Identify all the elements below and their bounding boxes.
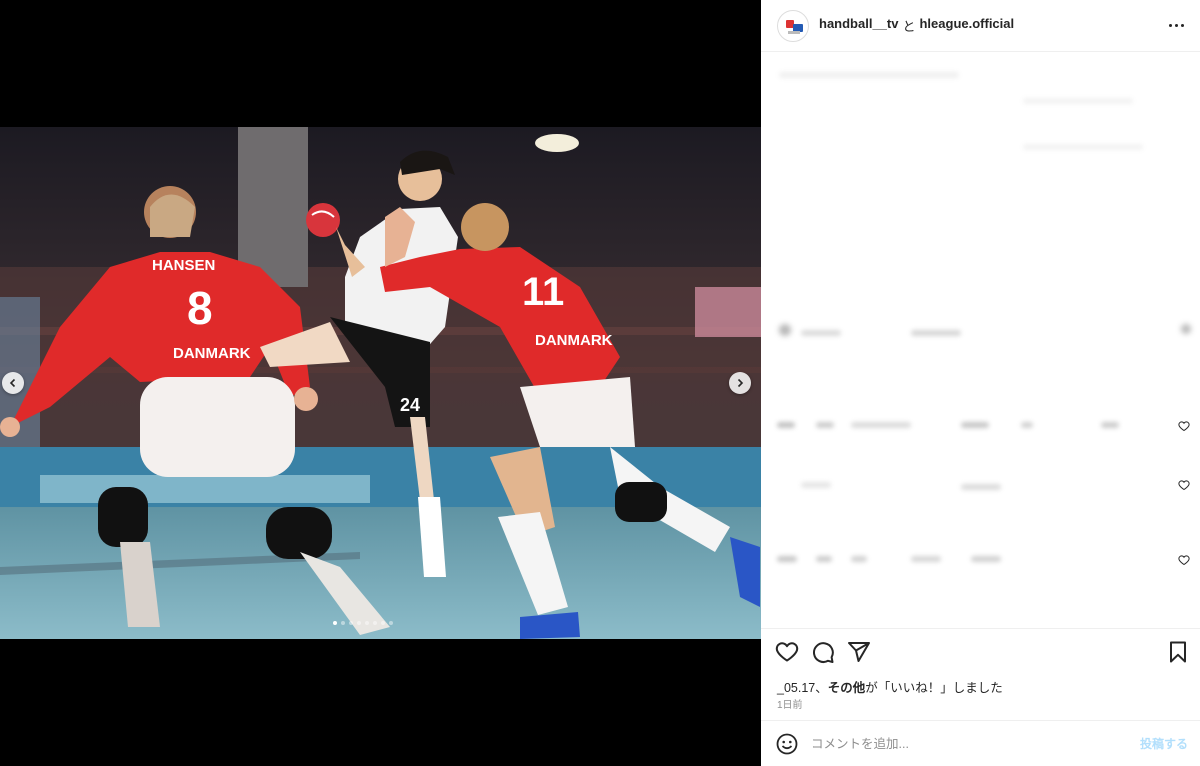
jersey-name-danmark-right: DANMARK [535,332,613,349]
post-side-panel: handball__tv と hleague.official _05.17、そ… [761,0,1200,766]
add-comment-bar: 投稿する [761,720,1200,766]
share-paper-plane-icon[interactable] [847,640,871,664]
media-area: 8 HANSEN DANMARK 24 11 DANMARK [0,0,761,766]
slide-dot [365,621,369,625]
comment-input[interactable] [811,736,1140,751]
jersey-name-hansen: HANSEN [152,257,215,274]
slide-dot [381,621,385,625]
comment-bubble-icon[interactable] [811,640,835,664]
comment-like-icon[interactable] [1178,479,1190,491]
comment-like-icon[interactable] [1178,420,1190,432]
likes-text: _05.17、その他が「いいね！」しました [777,677,1003,696]
bookmark-save-icon[interactable] [1166,640,1190,664]
more-options-button[interactable] [1164,14,1188,38]
post-actions [761,628,1200,674]
jersey-number-8: 8 [187,282,213,334]
next-slide-button[interactable] [729,372,751,394]
emoji-icon[interactable] [775,732,799,756]
jersey-number-11: 11 [522,270,564,314]
slide-dot [349,621,353,625]
post-photo[interactable]: 8 HANSEN DANMARK 24 11 DANMARK [0,127,761,639]
slide-dot [357,621,361,625]
accounts-separator: と [902,19,916,34]
jersey-number-24: 24 [400,395,420,415]
slide-dot [341,621,345,625]
post-accounts: handball__tv と hleague.official [819,16,1014,35]
chevron-right-icon [737,378,744,388]
slide-dot [333,621,337,625]
like-heart-icon[interactable] [775,640,799,664]
likes-suffix: が「いいね！」しました [865,681,1003,695]
account-link-handball-tv[interactable]: handball__tv [819,16,898,35]
chevron-left-icon [9,378,16,388]
comments-area [761,52,1200,628]
post-timestamp[interactable]: 1日前 [777,696,803,711]
slide-dot [389,621,393,625]
likes-others-link[interactable]: その他 [828,681,866,695]
slide-indicator [333,621,393,625]
post-comment-button[interactable]: 投稿する [1140,735,1188,752]
likes-prefix: _05.17、 [777,681,828,695]
account-link-hleague[interactable]: hleague.official [919,16,1014,35]
post-header: handball__tv と hleague.official [761,0,1200,52]
avatar[interactable] [777,9,809,42]
handball-photo: 8 HANSEN DANMARK 24 11 DANMARK [0,127,761,639]
comment-like-icon[interactable] [1178,554,1190,566]
previous-slide-button[interactable] [2,372,24,394]
slide-dot [373,621,377,625]
jersey-name-danmark-left: DANMARK [173,345,251,362]
